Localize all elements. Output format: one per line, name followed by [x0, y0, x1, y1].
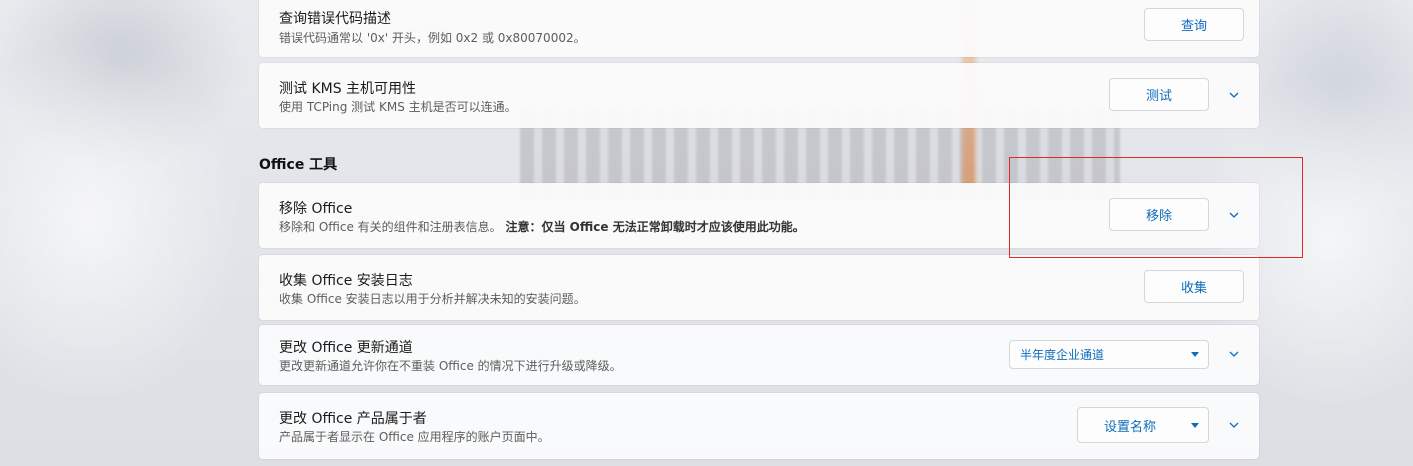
caret-down-icon — [1191, 352, 1199, 357]
card-description: 更改更新通道允许你在不重装 Office 的情况下进行升级或降级。 — [279, 359, 622, 373]
collect-button[interactable]: 收集 — [1144, 270, 1244, 303]
update-channel-select[interactable]: 半年度企业通道 — [1009, 340, 1209, 369]
chevron-down-icon[interactable] — [1226, 87, 1242, 103]
card-test-kms-host: 测试 KMS 主机可用性 使用 TCPing 测试 KMS 主机是否可以连通。 … — [259, 63, 1259, 128]
highlight-annotation-box — [1009, 157, 1303, 258]
card-query-error-code: 查询错误代码描述 错误代码通常以 '0x' 开头，例如 0x2 或 0x8007… — [259, 0, 1259, 57]
chevron-down-icon[interactable] — [1226, 346, 1242, 362]
card-description: 产品属于者显示在 Office 应用程序的账户页面中。 — [279, 430, 550, 444]
card-title: 测试 KMS 主机可用性 — [279, 81, 417, 97]
card-collect-office-logs: 收集 Office 安装日志 收集 Office 安装日志以用于分析并解决未知的… — [259, 255, 1259, 320]
card-change-product-owner: 更改 Office 产品属于者 产品属于者显示在 Office 应用程序的账户页… — [259, 393, 1259, 459]
card-description: 错误代码通常以 '0x' 开头，例如 0x2 或 0x80070002。 — [279, 31, 586, 45]
card-title: 更改 Office 产品属于者 — [279, 411, 427, 427]
card-title: 查询错误代码描述 — [279, 11, 391, 27]
caret-down-icon — [1191, 423, 1199, 428]
update-channel-selected-value: 半年度企业通道 — [1020, 348, 1105, 362]
set-name-label: 设置名称 — [1104, 419, 1157, 435]
card-description: 收集 Office 安装日志以用于分析并解决未知的安装问题。 — [279, 292, 586, 306]
chevron-down-icon[interactable] — [1226, 417, 1242, 433]
card-description: 使用 TCPing 测试 KMS 主机是否可以连通。 — [279, 100, 517, 114]
test-button[interactable]: 测试 — [1109, 78, 1209, 111]
set-name-dropdown-button[interactable]: 设置名称 — [1077, 407, 1209, 443]
card-change-update-channel: 更改 Office 更新通道 更改更新通道允许你在不重装 Office 的情况下… — [259, 325, 1259, 385]
card-title: 更改 Office 更新通道 — [279, 340, 413, 356]
query-button[interactable]: 查询 — [1144, 8, 1244, 41]
card-description: 移除和 Office 有关的组件和注册表信息。 注意：仅当 Office 无法正… — [279, 218, 805, 235]
warning-note: 注意：仅当 Office 无法正常卸载时才应该使用此功能。 — [505, 220, 805, 234]
section-header-office-tools: Office 工具 — [259, 157, 338, 173]
card-title: 收集 Office 安装日志 — [279, 273, 413, 289]
description-text: 移除和 Office 有关的组件和注册表信息。 — [279, 220, 502, 234]
card-title: 移除 Office — [279, 201, 353, 217]
